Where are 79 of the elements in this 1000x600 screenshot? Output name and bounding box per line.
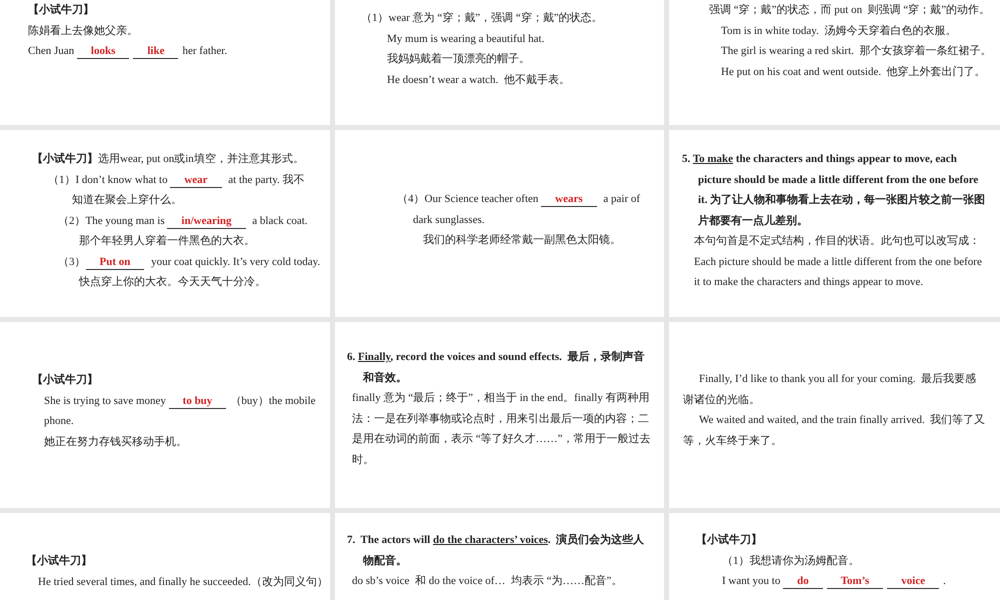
text-line: picture should be made a little different from the one before — [698, 172, 980, 188]
fill-in-line: to buy — [168, 394, 226, 408]
slide-thumbnail[interactable] — [0, 130, 330, 317]
text-line: dark sunglasses. — [413, 212, 486, 228]
slide-thumbnail[interactable]: 7. The actors will do the characters’ voices. 演员们会为这些人 物配音。 do sb’s voice 和 do the voice of… 均表示 “为……配音”。 — [335, 513, 664, 600]
text-line: it. 为了让人物和事物看上去在动，每一张图片较之前一张图 — [698, 192, 986, 208]
slide-thumbnail[interactable]: 6. Finally, record the voices and sound effects. 最后，录制声音 和音效。 finally 意为 “最后；终于”，相当于 in the end。finally 有两种用 法：一是在列举事物或论点时，用来引出最后一项的内容；二 是用在动词的前面，表示 “等了好久才……”，常用于一般过去 时。 — [335, 322, 664, 508]
text-line: finally 意为 “最后；终于”，相当于 in the end。finally 有两种用 — [352, 391, 651, 406]
text-line: 【小试牛刀】选用wear, put on或in填空，并注意其形式。 — [32, 152, 305, 167]
text: I want you to — [722, 575, 782, 587]
text-line: My mum is wearing a beautiful hat. — [387, 32, 546, 46]
text: She is trying to save money — [44, 394, 167, 406]
text-line: 物配音。 — [363, 554, 408, 568]
text-line: 【小试牛刀】 — [696, 532, 763, 548]
text-line: 是用在动词的前面，表示 “等了好久才……”，常用于一般过去 — [352, 432, 652, 447]
text-line: 快点穿上你的大衣。今天天气十分冷。 — [79, 274, 267, 290]
fill-in-line: looks — [76, 44, 130, 59]
text-line: 本句句首是不定式结构，作目的状语。此句也可以改写成： — [694, 234, 981, 249]
text-line: 【小试牛刀】 — [28, 2, 95, 18]
text-line: 那个年轻男人穿着一件黑色的大衣。 — [79, 234, 256, 249]
fill-in-line: wear — [170, 172, 222, 188]
fill-in-line: like — [133, 44, 178, 59]
fill-in-line: Put on — [86, 254, 144, 270]
text-line: 5. To make the characters and things appear to move, each — [682, 152, 958, 167]
text-line: 法：一是在列举事物或论点时，用来引出最后一项的内容；二 — [352, 412, 650, 426]
text-line: 强调 “穿；戴”的状态，而 put on 则强调 “穿；戴”的动作。 — [709, 2, 990, 18]
text: （2）The young man is — [58, 214, 166, 226]
text-line: phone. — [44, 414, 75, 429]
text-line: 她正在努力存钱买移动手机。 — [44, 434, 188, 450]
slide-thumbnail[interactable]: Finally, I’d like to thank you all for your coming. 最后我要感 谢诸位的光临。 We waited and waited, and the train finally arrived. 我们等了又 等，火车终于来了。 — [669, 322, 1000, 508]
text: at the party. 我不 — [227, 174, 305, 186]
text-line: 我们的科学老师经常戴一副黑色太阳镜。 — [423, 233, 622, 248]
text: Chen Juan — [28, 45, 76, 57]
text-line: 【小试牛刀】 — [32, 372, 99, 388]
text-line: 等，火车终于来了。 — [683, 434, 783, 448]
text-line: He doesn’t wear a watch. 他不戴手表。 — [387, 72, 571, 88]
text-line: 谢诸位的光临。 — [683, 392, 761, 408]
text-line: 7. The actors will do the characters’ voices. 演员们会为这些人 — [347, 532, 646, 548]
text-line: it to make the characters and things appear to move. — [694, 275, 924, 290]
text: （3） — [58, 256, 86, 268]
text: （1）I don’t know what to — [48, 174, 169, 186]
fill-in-line: do — [783, 574, 823, 589]
text: （4）Our Science teacher often — [397, 193, 540, 205]
slide-thumbnail[interactable] — [669, 130, 1000, 317]
text-line: Tom is in white today. 汤姆今天穿着白色的衣服。 — [721, 24, 958, 38]
text-line: 和音效。 — [363, 370, 408, 386]
text-line: 我妈妈戴着一顶漂亮的帽子。 — [387, 52, 531, 67]
text-line: He tried several times, and finally he succeeded.（改为同义句） — [38, 574, 320, 590]
text-line: Finally, I’d like to thank you all for your coming. 最后我要感 — [699, 372, 977, 387]
slide-thumbnail[interactable]: （4）Our Science teacher often wears a pair of dark sunglasses. 我们的科学老师经常戴一副黑色太阳镜。 — [335, 130, 664, 317]
text: a pair of — [602, 193, 640, 205]
text-line: 片都要有一点儿差别。 — [698, 214, 809, 228]
slide-thumbnail[interactable]: 强调 “穿；戴”的状态，而 put on 则强调 “穿；戴”的动作。 Tom is in white today. 汤姆今天穿着白色的衣服。 The girl is wearing a red skirt. 那个女孩穿着一条红裙子。 He put on his coat and went outside. 他穿上外套出门了。 — [669, 0, 1000, 125]
text-line: Each picture should be made a little different from the one before — [694, 254, 983, 270]
slide-thumbnail[interactable]: 【小试牛刀】 She is trying to save money to buy （buy）the mobile phone. 她正在努力存钱买移动手机。 — [0, 322, 330, 508]
slide-thumbnail[interactable]: （1）wear 意为 “穿；戴”，强调 “穿；戴”的状态。 My mum is wearing a beautiful hat. 我妈妈戴着一顶漂亮的帽子。 He doesn’t wear a watch. 他不戴手表。 — [335, 0, 664, 125]
text-line: 知道在聚会上穿什么。 — [72, 192, 183, 208]
fill-in-line: Tom’s — [826, 574, 884, 589]
slide-thumbnail[interactable]: 【小试牛刀】 （1）我想请你为汤姆配音。 I want you to do Tom’s voice . — [669, 513, 1000, 600]
text-line: We waited and waited, and the train finally arrived. 我们等了又 — [699, 413, 986, 428]
text-line: （1）wear 意为 “穿；戴”，强调 “穿；戴”的状态。 — [361, 10, 604, 26]
text-line: 时。 — [352, 452, 375, 468]
slide-thumbnail[interactable]: 【小试牛刀】 He tried several times, and finally he succeeded.（改为同义句） — [0, 513, 330, 600]
text-line: He put on his coat and went outside. 他穿上外套出门了。 — [721, 64, 987, 80]
text: her father. — [182, 45, 228, 57]
text: （buy）the mobile — [230, 394, 316, 406]
fill-in-line: voice — [887, 574, 940, 589]
text-line: do sb’s voice 和 do the voice of… 均表示 “为……配音”。 — [352, 574, 624, 589]
text-line: 【小试牛刀】 — [26, 554, 93, 569]
fill-in-line: wears — [541, 192, 597, 207]
text: a black coat. — [251, 214, 308, 226]
text-line: （1）我想请你为汤姆配音。 — [722, 554, 860, 568]
text-line: 6. Finally, record the voices and sound effects. 最后，录制声音 — [347, 350, 646, 365]
text: . — [943, 575, 946, 587]
text-line: The girl is wearing a red skirt. 那个女孩穿着一条红裙子。 — [721, 44, 990, 59]
text-line: 陈娟看上去像她父亲。 — [28, 24, 139, 38]
slide-thumbnail[interactable]: 【小试牛刀】 陈娟看上去像她父亲。 Chen Juan looks like her father. — [0, 0, 330, 125]
fill-in-line: in/wearing — [167, 214, 246, 228]
text: your coat quickly. It’s very cold today. — [150, 256, 320, 268]
